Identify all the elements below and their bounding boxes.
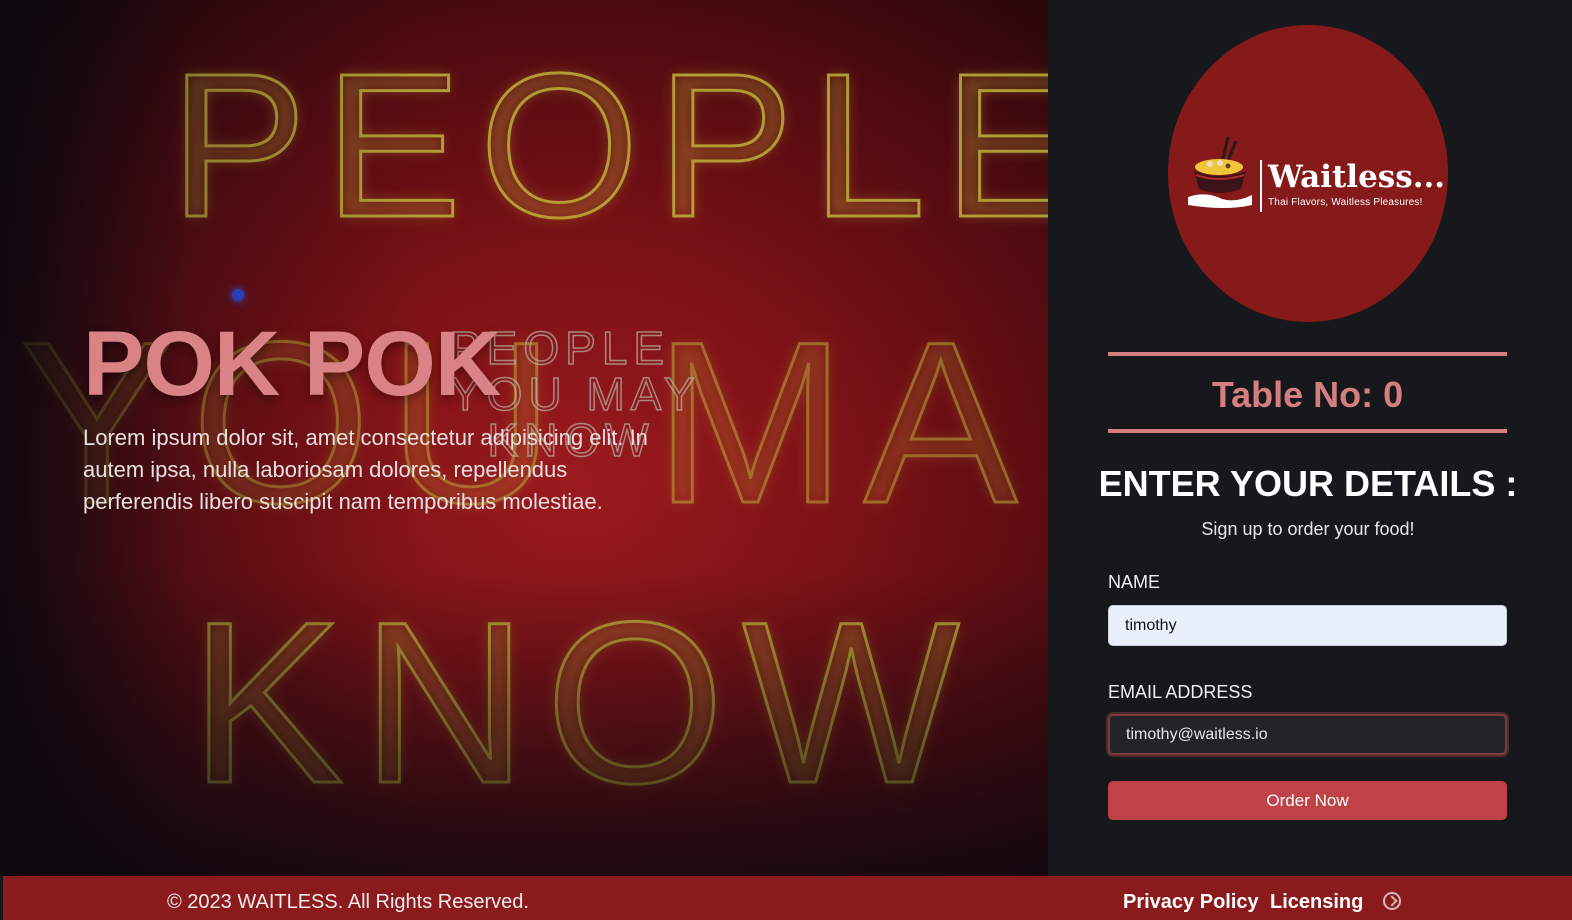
- name-label: NAME: [1108, 572, 1161, 592]
- order-now-button[interactable]: Order Now: [1108, 781, 1507, 820]
- brand-logo: Waitless... Thai Flavors, Waitless Pleas…: [1168, 25, 1448, 322]
- privacy-policy-link[interactable]: Privacy Policy: [1123, 891, 1259, 914]
- name-input-value: timothy: [1125, 616, 1177, 634]
- logo-tagline: Thai Flavors, Waitless Pleasures!: [1268, 197, 1423, 208]
- form-subheading: Sign up to order your food!: [1201, 519, 1415, 539]
- copyright-text: © 2023 WAITLESS. All Rights Reserved.: [167, 891, 529, 913]
- logo-name: Waitless...: [1268, 159, 1446, 195]
- hero-description: Lorem ipsum dolor sit, amet consectetur …: [83, 425, 648, 514]
- form-heading: ENTER YOUR DETAILS :: [1098, 463, 1518, 504]
- signup-panel: Waitless... Thai Flavors, Waitless Pleas…: [1048, 0, 1572, 876]
- email-input[interactable]: timothy@waitless.io: [1108, 714, 1507, 755]
- hero-section: PEOPLE YOU MA KNOW PEOPLEYOU MAY KNOW PO…: [0, 0, 1048, 876]
- footer-edge: [0, 876, 3, 920]
- table-number-box: Table No: 0: [1108, 352, 1507, 433]
- name-input[interactable]: timothy: [1108, 605, 1507, 646]
- hero-text-block: POK POK Lorem ipsum dolor sit, amet cons…: [83, 316, 683, 518]
- footer: © 2023 WAITLESS. All Rights Reserved. Pr…: [0, 876, 1572, 920]
- logo-divider: [1260, 160, 1262, 212]
- hero-title: POK POK: [83, 313, 501, 415]
- table-number: Table No: 0: [1211, 374, 1404, 415]
- compass-icon[interactable]: [1383, 892, 1401, 910]
- licensing-link[interactable]: Licensing: [1270, 891, 1363, 914]
- noodle-bowl-icon: [1188, 136, 1252, 208]
- email-input-value: timothy@waitless.io: [1126, 725, 1268, 743]
- email-label: EMAIL ADDRESS: [1108, 682, 1253, 702]
